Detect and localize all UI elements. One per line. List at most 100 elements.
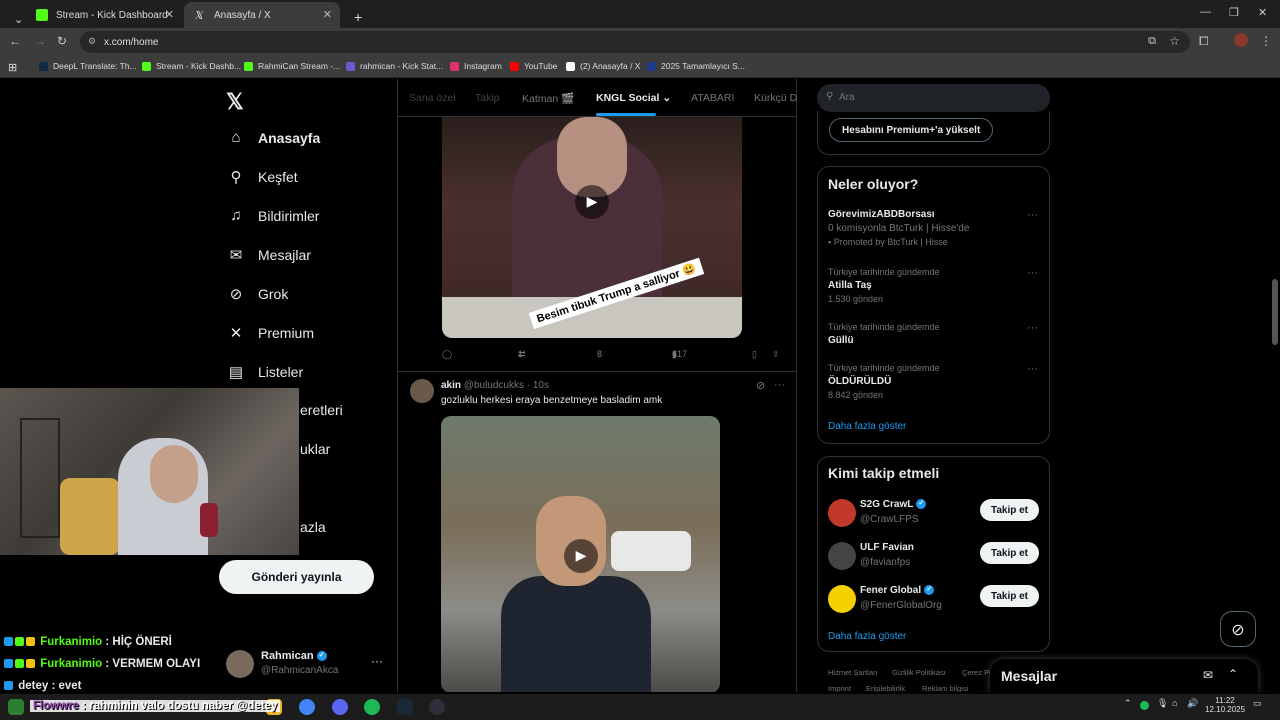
tab-kick-dashboard[interactable]: Stream - Kick Dashboard ✕ (26, 2, 182, 28)
extensions-icon[interactable]: ⧠ (1199, 34, 1209, 49)
tab-kurkcu[interactable]: Kürkçü D (754, 92, 797, 104)
tab-kngl-social[interactable]: KNGL Social ⌄ (596, 92, 671, 104)
follow-button[interactable]: Takip et (980, 542, 1039, 564)
sidebar-item-notifications[interactable]: ♫ Bildirimler (226, 207, 319, 224)
post-button[interactable]: Gönderi yayınla (219, 560, 374, 594)
messages-dock[interactable]: Mesajlar ✉ ⌃ (990, 659, 1258, 692)
bookmark-x-home[interactable]: (2) Anasayfa / X (566, 61, 640, 71)
bookmark-star-icon[interactable]: ☆ (1169, 34, 1180, 48)
more-dots-icon[interactable]: ··· (774, 379, 785, 391)
follow-suggestion[interactable]: S2G CrawL ✓ @CrawLFPS Takip et (828, 497, 1040, 529)
new-message-icon[interactable]: ✉ (1203, 668, 1213, 682)
tweet-author[interactable]: akin @buludcukks · 10s (441, 380, 549, 391)
footer-link[interactable]: Imprint (828, 684, 851, 692)
grok-floating-button[interactable]: ⊘ (1220, 611, 1256, 647)
tray-overflow-icon[interactable]: ⌃ (1124, 698, 1132, 709)
microphone-icon[interactable]: 🎙 (1157, 698, 1168, 709)
volume-icon[interactable]: 🔊 (1187, 698, 1198, 709)
show-more-trends-link[interactable]: Daha fazla göster (828, 421, 906, 432)
more-dots-icon[interactable]: ··· (1027, 363, 1038, 375)
follow-suggestion[interactable]: Fener Global ✓ @FenerGlobalOrg Takip et (828, 583, 1040, 615)
chrome-icon[interactable] (299, 699, 315, 715)
install-app-icon[interactable]: ⧉ (1148, 35, 1156, 48)
sidebar-item-bookmarks[interactable]: eretleri (300, 402, 343, 418)
trend-item[interactable]: Türkiye tarihinde gündemde Güllü ··· (828, 322, 1038, 346)
trend-item[interactable]: Türkiye tarihinde gündemde ÖLDÜRÜLDÜ 8.8… (828, 363, 1038, 400)
restore-icon[interactable]: ❐ (1229, 6, 1239, 19)
new-tab-icon[interactable]: + (344, 4, 372, 30)
steam-icon[interactable] (397, 699, 413, 715)
site-info-icon[interactable]: ⚙ (88, 36, 96, 47)
bookmark-kick-dashboard[interactable]: Stream - Kick Dashb... (142, 61, 241, 71)
more-dots-icon[interactable]: ··· (1027, 209, 1038, 221)
sidebar-item-communities[interactable]: uklar (300, 441, 330, 457)
play-icon[interactable]: ▶ (575, 185, 609, 219)
show-more-follow-link[interactable]: Daha fazla göster (828, 631, 906, 642)
sidebar-item-grok[interactable]: ⊘ Grok (226, 285, 289, 303)
close-tab-icon[interactable]: ✕ (165, 8, 174, 21)
tab-x-home[interactable]: 𝕏 Anasayfa / X ✕ (184, 2, 340, 28)
menu-dots-icon[interactable]: ⋮ (1260, 34, 1272, 48)
footer-link[interactable]: Gizlilik Politikası (892, 668, 946, 677)
apps-grid-icon[interactable]: ⊞ (8, 61, 17, 74)
back-icon[interactable]: ← (9, 34, 21, 48)
tweet-video[interactable]: Besim tibuk Trump a salliyor 😃 ▶ (442, 117, 742, 338)
follow-button[interactable]: Takip et (980, 585, 1039, 607)
sidebar-item-more[interactable]: azla (300, 519, 326, 535)
grok-icon[interactable]: ⊘ (756, 379, 765, 392)
reply-icon[interactable]: ◯ (442, 349, 452, 360)
bookmark-rahmican-stream[interactable]: RahmiCan Stream -... (244, 61, 340, 71)
bookmark-instagram[interactable]: Instagram (450, 61, 502, 71)
play-icon[interactable]: ▶ (564, 539, 598, 573)
footer-link[interactable]: Hizmet Şartları (828, 668, 878, 677)
close-tab-icon[interactable]: ✕ (323, 8, 332, 21)
bookmark-deepl[interactable]: DeepL Translate: Th... (39, 61, 137, 71)
clock[interactable]: 11:22 12.10.2025 (1205, 696, 1245, 714)
notifications-icon[interactable]: ▭ (1253, 698, 1262, 709)
more-dots-icon[interactable]: ··· (1027, 322, 1038, 334)
expand-icon[interactable]: ⌃ (1228, 667, 1238, 681)
tray-app-icon[interactable] (1140, 701, 1149, 710)
bookmark-kick-stats[interactable]: rahmican - Kick Stat... (346, 61, 443, 71)
follow-button[interactable]: Takip et (980, 499, 1039, 521)
network-icon[interactable]: ⌂ (1172, 698, 1177, 708)
tab-katman[interactable]: Katman 🎬 (522, 92, 574, 105)
more-dots-icon[interactable]: ··· (1027, 267, 1038, 279)
bookmark-youtube[interactable]: YouTube (510, 61, 557, 71)
sidebar-item-messages[interactable]: ✉ Mesajlar (226, 246, 311, 264)
search-input[interactable]: ⚲ Ara (817, 84, 1050, 112)
account-switcher[interactable]: Rahmican ✓ @RahmicanAkca ··· (226, 646, 386, 682)
avatar[interactable] (828, 499, 856, 527)
close-window-icon[interactable]: ✕ (1258, 6, 1267, 19)
tab-following[interactable]: Takip (475, 92, 500, 104)
discord-icon[interactable] (332, 699, 348, 715)
follow-suggestion[interactable]: ULF Favian @favianfps Takip et (828, 540, 1040, 572)
tweet-video[interactable]: ▶ (441, 416, 720, 692)
sidebar-item-home[interactable]: ⌂ Anasayfa (226, 129, 320, 146)
footer-link[interactable]: Erişilebilirlik (866, 684, 905, 692)
obs-icon[interactable] (429, 699, 445, 715)
share-icon[interactable]: ⇪ (772, 349, 780, 360)
avatar[interactable] (828, 542, 856, 570)
reload-icon[interactable]: ↻ (57, 34, 67, 48)
more-dots-icon[interactable]: ··· (371, 654, 383, 668)
tab-for-you[interactable]: Sana özel (409, 92, 456, 104)
bookmark-2025[interactable]: 2025 Tamamlayıcı S... (647, 61, 745, 71)
x-logo-icon[interactable]: 𝕏 (226, 89, 244, 115)
sidebar-item-premium[interactable]: ✕ Premium (226, 324, 314, 342)
scrollbar[interactable] (1272, 279, 1278, 345)
profile-avatar-icon[interactable] (1234, 33, 1248, 47)
avatar[interactable] (410, 379, 434, 403)
trend-item[interactable]: Türkiye tarihinde gündemde Atilla Taş 1.… (828, 267, 1038, 304)
sidebar-item-lists[interactable]: ▤ Listeler (226, 363, 303, 381)
forward-icon[interactable]: → (34, 34, 46, 48)
minimize-icon[interactable]: — (1200, 6, 1211, 18)
start-icon[interactable] (8, 699, 24, 715)
spotify-icon[interactable] (364, 699, 380, 715)
sidebar-item-explore[interactable]: ⚲ Keşfet (226, 168, 298, 186)
tab-atabari[interactable]: ATABARI (691, 92, 734, 104)
bookmark-icon[interactable]: ▯ (752, 349, 757, 360)
footer-link[interactable]: Çerez Po (962, 668, 993, 677)
url-bar[interactable]: ⚙ x.com/home ⧉ ☆ (80, 31, 1190, 53)
trend-item[interactable]: GörevimizABDBorsası 0 komisyonla BtcTurk… (828, 209, 1038, 247)
